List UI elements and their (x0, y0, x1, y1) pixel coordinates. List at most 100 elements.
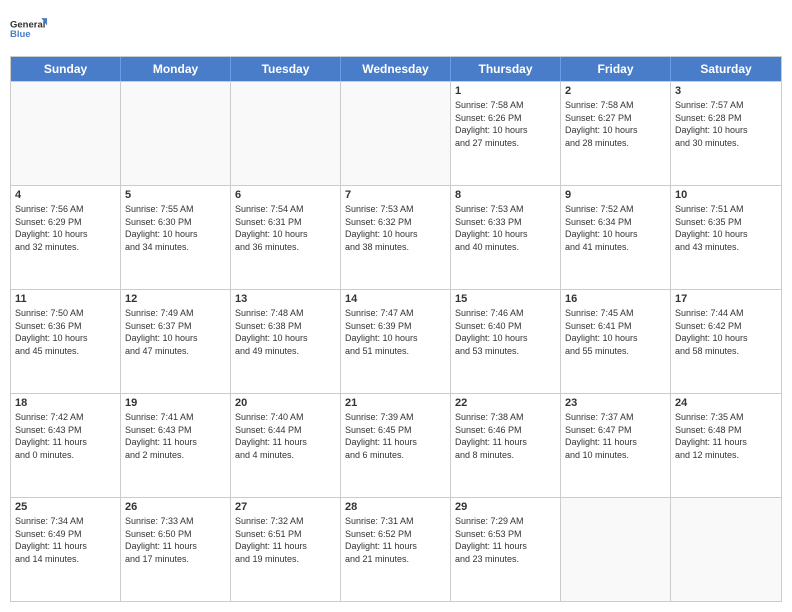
day-number: 18 (15, 397, 116, 409)
day-info: Sunrise: 7:51 AM Sunset: 6:35 PM Dayligh… (675, 203, 777, 253)
cal-week-4: 18 Sunrise: 7:42 AM Sunset: 6:43 PM Dayli… (11, 393, 781, 497)
day-info: Sunrise: 7:37 AM Sunset: 6:47 PM Dayligh… (565, 411, 666, 461)
cal-header-cell-wednesday: Wednesday (341, 57, 451, 81)
day-number: 2 (565, 85, 666, 97)
day-info: Sunrise: 7:53 AM Sunset: 6:32 PM Dayligh… (345, 203, 446, 253)
cal-cell-1-5: 1 Sunrise: 7:58 AM Sunset: 6:26 PM Daylig… (451, 82, 561, 185)
day-number: 15 (455, 293, 556, 305)
day-info: Sunrise: 7:57 AM Sunset: 6:28 PM Dayligh… (675, 99, 777, 149)
cal-cell-3-1: 11 Sunrise: 7:50 AM Sunset: 6:36 PM Dayli… (11, 290, 121, 393)
day-info: Sunrise: 7:32 AM Sunset: 6:51 PM Dayligh… (235, 515, 336, 565)
day-number: 23 (565, 397, 666, 409)
cal-cell-5-6 (561, 498, 671, 601)
day-number: 16 (565, 293, 666, 305)
cal-header-cell-thursday: Thursday (451, 57, 561, 81)
cal-cell-3-5: 15Sunrise: 7:46 AM Sunset: 6:40 PM Dayli… (451, 290, 561, 393)
cal-cell-1-6: 2 Sunrise: 7:58 AM Sunset: 6:27 PM Daylig… (561, 82, 671, 185)
cal-cell-3-6: 16 Sunrise: 7:45 AM Sunset: 6:41 PM Dayli… (561, 290, 671, 393)
day-info: Sunrise: 7:56 AM Sunset: 6:29 PM Dayligh… (15, 203, 116, 253)
cal-header-cell-tuesday: Tuesday (231, 57, 341, 81)
calendar: SundayMondayTuesdayWednesdayThursdayFrid… (10, 56, 782, 602)
day-info: Sunrise: 7:33 AM Sunset: 6:50 PM Dayligh… (125, 515, 226, 565)
day-number: 19 (125, 397, 226, 409)
day-number: 22 (455, 397, 556, 409)
logo: General Blue (10, 10, 48, 48)
cal-cell-2-4: 7 Sunrise: 7:53 AM Sunset: 6:32 PM Daylig… (341, 186, 451, 289)
svg-text:Blue: Blue (10, 29, 31, 40)
day-number: 28 (345, 501, 446, 513)
day-info: Sunrise: 7:31 AM Sunset: 6:52 PM Dayligh… (345, 515, 446, 565)
day-number: 17 (675, 293, 777, 305)
day-number: 25 (15, 501, 116, 513)
cal-cell-1-1 (11, 82, 121, 185)
cal-cell-1-2 (121, 82, 231, 185)
day-number: 26 (125, 501, 226, 513)
cal-cell-4-3: 20 Sunrise: 7:40 AM Sunset: 6:44 PM Dayli… (231, 394, 341, 497)
cal-cell-2-2: 5 Sunrise: 7:55 AM Sunset: 6:30 PM Daylig… (121, 186, 231, 289)
cal-cell-4-1: 18 Sunrise: 7:42 AM Sunset: 6:43 PM Dayli… (11, 394, 121, 497)
cal-cell-4-2: 19 Sunrise: 7:41 AM Sunset: 6:43 PM Dayli… (121, 394, 231, 497)
cal-cell-4-4: 21 Sunrise: 7:39 AM Sunset: 6:45 PM Dayli… (341, 394, 451, 497)
day-info: Sunrise: 7:55 AM Sunset: 6:30 PM Dayligh… (125, 203, 226, 253)
cal-cell-3-3: 13 Sunrise: 7:48 AM Sunset: 6:38 PM Dayli… (231, 290, 341, 393)
day-info: Sunrise: 7:47 AM Sunset: 6:39 PM Dayligh… (345, 307, 446, 357)
day-info: Sunrise: 7:50 AM Sunset: 6:36 PM Dayligh… (15, 307, 116, 357)
day-number: 7 (345, 189, 446, 201)
day-number: 5 (125, 189, 226, 201)
cal-week-2: 4 Sunrise: 7:56 AM Sunset: 6:29 PM Daylig… (11, 185, 781, 289)
day-number: 13 (235, 293, 336, 305)
cal-cell-1-4 (341, 82, 451, 185)
day-info: Sunrise: 7:39 AM Sunset: 6:45 PM Dayligh… (345, 411, 446, 461)
day-number: 4 (15, 189, 116, 201)
day-number: 3 (675, 85, 777, 97)
day-info: Sunrise: 7:38 AM Sunset: 6:46 PM Dayligh… (455, 411, 556, 461)
cal-cell-5-2: 26 Sunrise: 7:33 AM Sunset: 6:50 PM Dayli… (121, 498, 231, 601)
day-number: 8 (455, 189, 556, 201)
cal-cell-1-7: 3 Sunrise: 7:57 AM Sunset: 6:28 PM Daylig… (671, 82, 781, 185)
day-number: 24 (675, 397, 777, 409)
cal-cell-2-1: 4 Sunrise: 7:56 AM Sunset: 6:29 PM Daylig… (11, 186, 121, 289)
day-info: Sunrise: 7:42 AM Sunset: 6:43 PM Dayligh… (15, 411, 116, 461)
day-number: 11 (15, 293, 116, 305)
cal-cell-4-5: 22 Sunrise: 7:38 AM Sunset: 6:46 PM Dayli… (451, 394, 561, 497)
header: General Blue (10, 10, 782, 48)
day-info: Sunrise: 7:35 AM Sunset: 6:48 PM Dayligh… (675, 411, 777, 461)
cal-header-cell-friday: Friday (561, 57, 671, 81)
cal-cell-3-7: 17 Sunrise: 7:44 AM Sunset: 6:42 PM Dayli… (671, 290, 781, 393)
cal-cell-1-3 (231, 82, 341, 185)
day-info: Sunrise: 7:29 AM Sunset: 6:53 PM Dayligh… (455, 515, 556, 565)
day-info: Sunrise: 7:53 AM Sunset: 6:33 PM Dayligh… (455, 203, 556, 253)
day-number: 1 (455, 85, 556, 97)
day-info: Sunrise: 7:48 AM Sunset: 6:38 PM Dayligh… (235, 307, 336, 357)
cal-cell-4-7: 24 Sunrise: 7:35 AM Sunset: 6:48 PM Dayli… (671, 394, 781, 497)
day-info: Sunrise: 7:41 AM Sunset: 6:43 PM Dayligh… (125, 411, 226, 461)
calendar-body: 1 Sunrise: 7:58 AM Sunset: 6:26 PM Daylig… (11, 81, 781, 601)
cal-cell-5-5: 29Sunrise: 7:29 AM Sunset: 6:53 PM Dayli… (451, 498, 561, 601)
cal-cell-2-5: 8 Sunrise: 7:53 AM Sunset: 6:33 PM Daylig… (451, 186, 561, 289)
cal-cell-5-7 (671, 498, 781, 601)
page: General Blue SundayMondayTuesdayWednesda… (0, 0, 792, 612)
day-number: 21 (345, 397, 446, 409)
cal-header-cell-saturday: Saturday (671, 57, 781, 81)
cal-cell-4-6: 23 Sunrise: 7:37 AM Sunset: 6:47 PM Dayli… (561, 394, 671, 497)
logo-svg: General Blue (10, 10, 48, 48)
calendar-header-row: SundayMondayTuesdayWednesdayThursdayFrid… (11, 57, 781, 81)
day-info: Sunrise: 7:34 AM Sunset: 6:49 PM Dayligh… (15, 515, 116, 565)
day-number: 27 (235, 501, 336, 513)
day-number: 14 (345, 293, 446, 305)
cal-week-1: 1 Sunrise: 7:58 AM Sunset: 6:26 PM Daylig… (11, 81, 781, 185)
day-info: Sunrise: 7:58 AM Sunset: 6:26 PM Dayligh… (455, 99, 556, 149)
cal-cell-2-3: 6Sunrise: 7:54 AM Sunset: 6:31 PM Daylig… (231, 186, 341, 289)
day-info: Sunrise: 7:49 AM Sunset: 6:37 PM Dayligh… (125, 307, 226, 357)
day-info: Sunrise: 7:58 AM Sunset: 6:27 PM Dayligh… (565, 99, 666, 149)
cal-header-cell-sunday: Sunday (11, 57, 121, 81)
day-info: Sunrise: 7:44 AM Sunset: 6:42 PM Dayligh… (675, 307, 777, 357)
day-number: 20 (235, 397, 336, 409)
day-info: Sunrise: 7:40 AM Sunset: 6:44 PM Dayligh… (235, 411, 336, 461)
day-number: 6 (235, 189, 336, 201)
cal-cell-2-6: 9Sunrise: 7:52 AM Sunset: 6:34 PM Daylig… (561, 186, 671, 289)
cal-week-3: 11 Sunrise: 7:50 AM Sunset: 6:36 PM Dayli… (11, 289, 781, 393)
day-info: Sunrise: 7:45 AM Sunset: 6:41 PM Dayligh… (565, 307, 666, 357)
cal-header-cell-monday: Monday (121, 57, 231, 81)
cal-cell-2-7: 10Sunrise: 7:51 AM Sunset: 6:35 PM Dayli… (671, 186, 781, 289)
